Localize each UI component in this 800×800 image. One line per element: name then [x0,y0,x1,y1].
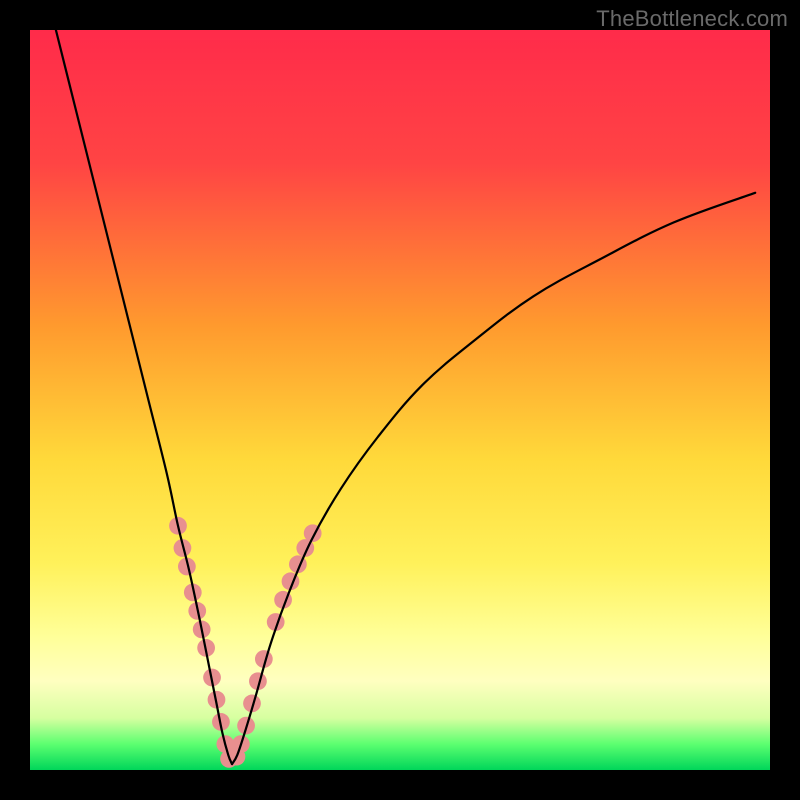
curve-right-arm [232,193,755,764]
curve-layer [30,30,770,770]
plot-area [30,30,770,770]
watermark-label: TheBottleneck.com [596,6,788,32]
curve-left-arm [56,30,232,764]
chart-frame: TheBottleneck.com [0,0,800,800]
